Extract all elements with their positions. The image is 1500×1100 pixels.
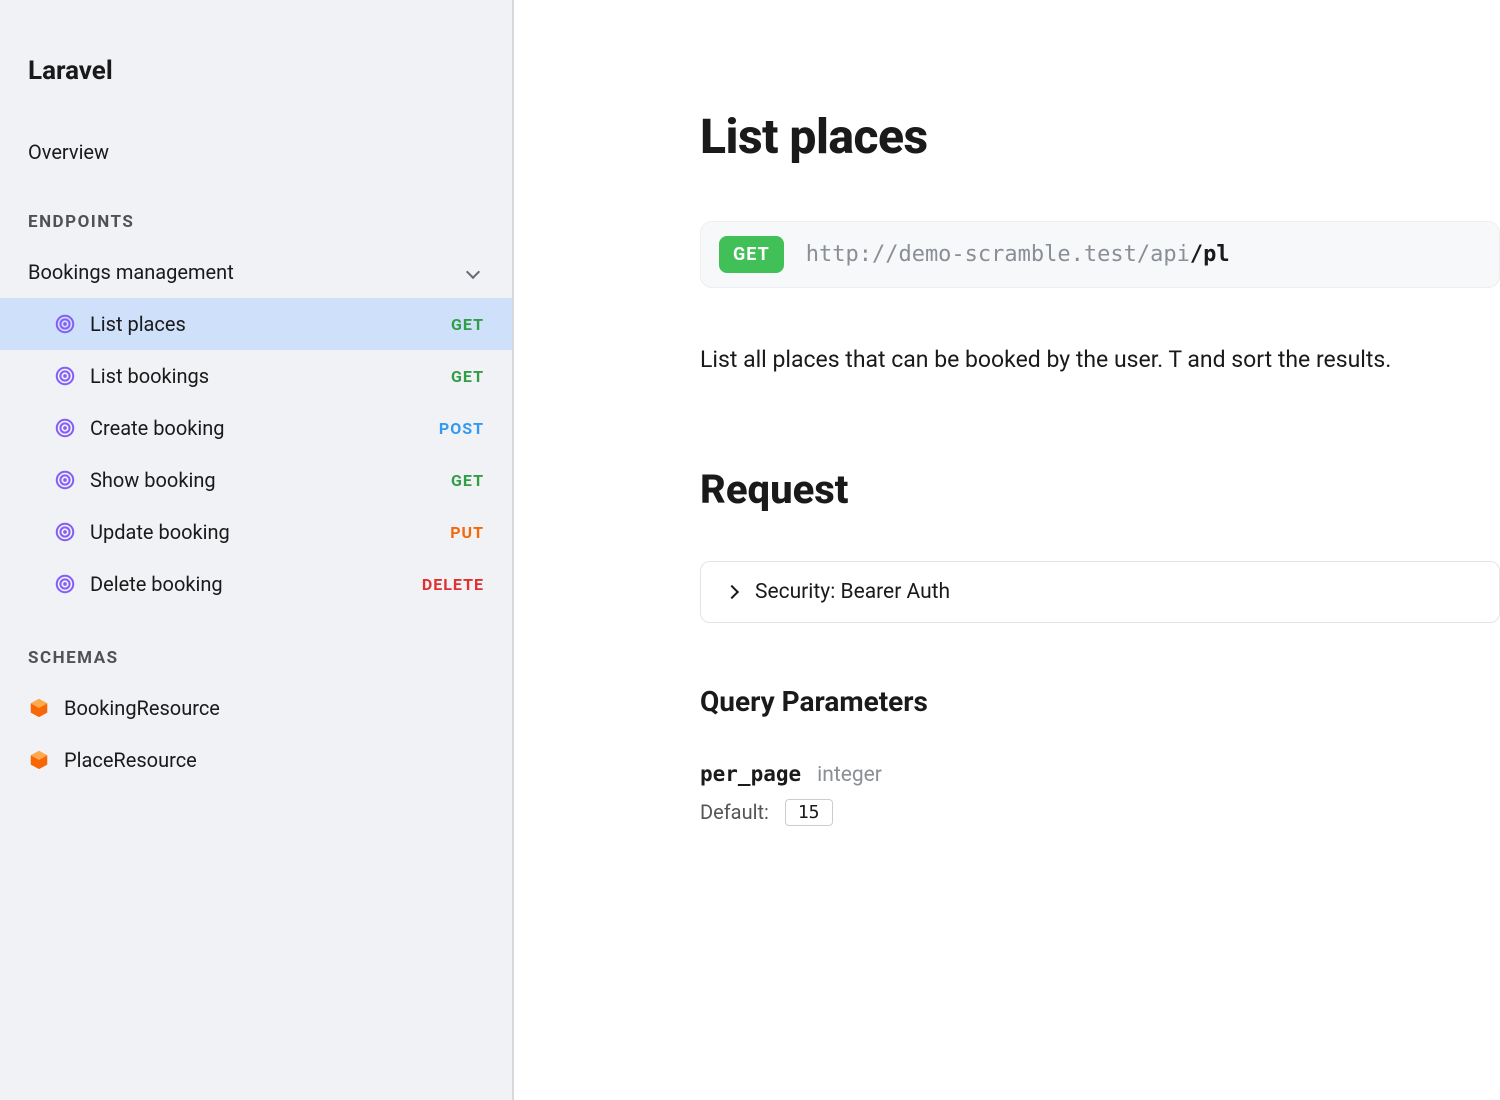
- endpoint-label: Create booking: [90, 416, 225, 440]
- sidebar-schema-bookingresource[interactable]: BookingResource: [0, 682, 512, 734]
- query-param-per-page: per_page integer: [700, 762, 1500, 787]
- schema-label: PlaceResource: [64, 748, 197, 772]
- endpoint-method: POST: [439, 419, 484, 438]
- sidebar-endpoint-update-booking[interactable]: Update booking PUT: [0, 506, 512, 558]
- sidebar-schema-placeresource[interactable]: PlaceResource: [0, 734, 512, 786]
- endpoint-url: http://demo-scramble.test/api/pl: [806, 242, 1230, 267]
- target-icon: [54, 417, 76, 439]
- param-default-row: Default: 15: [700, 799, 1500, 826]
- sidebar-endpoint-list-bookings[interactable]: List bookings GET: [0, 350, 512, 402]
- page-title: List places: [700, 108, 1500, 165]
- query-params-heading: Query Parameters: [700, 685, 1500, 718]
- endpoint-label: List places: [90, 312, 186, 336]
- sidebar-section-schemas: SCHEMAS: [0, 610, 512, 682]
- target-icon: [54, 469, 76, 491]
- sidebar-group-label: Bookings management: [28, 260, 234, 284]
- endpoint-method: GET: [451, 367, 484, 386]
- endpoint-method: GET: [451, 471, 484, 490]
- chevron-down-icon: [466, 265, 480, 279]
- security-label: Security: Bearer Auth: [755, 580, 950, 604]
- brand-title: Laravel: [0, 56, 512, 130]
- param-name: per_page: [700, 762, 801, 786]
- sidebar-endpoint-delete-booking[interactable]: Delete booking DELETE: [0, 558, 512, 610]
- sidebar: Laravel Overview ENDPOINTS Bookings mana…: [0, 0, 514, 1100]
- box-icon: [28, 697, 50, 719]
- param-type: integer: [817, 763, 882, 787]
- endpoint-method: GET: [451, 315, 484, 334]
- sidebar-overview-link[interactable]: Overview: [0, 130, 512, 174]
- sidebar-endpoint-show-booking[interactable]: Show booking GET: [0, 454, 512, 506]
- box-icon: [28, 749, 50, 771]
- endpoint-url-bar: GET http://demo-scramble.test/api/pl: [700, 221, 1500, 288]
- endpoint-method: DELETE: [422, 575, 484, 594]
- target-icon: [54, 521, 76, 543]
- endpoint-label: List bookings: [90, 364, 209, 388]
- method-badge: GET: [719, 236, 784, 273]
- endpoint-label: Delete booking: [90, 572, 223, 596]
- endpoint-method: PUT: [450, 523, 484, 542]
- schema-label: BookingResource: [64, 696, 220, 720]
- target-icon: [54, 573, 76, 595]
- target-icon: [54, 313, 76, 335]
- sidebar-section-endpoints: ENDPOINTS: [0, 174, 512, 246]
- endpoint-label: Show booking: [90, 468, 216, 492]
- sidebar-endpoint-list-places[interactable]: List places GET: [0, 298, 512, 350]
- target-icon: [54, 365, 76, 387]
- param-default-label: Default:: [700, 800, 769, 824]
- sidebar-group-bookings[interactable]: Bookings management: [0, 246, 512, 298]
- request-heading: Request: [700, 466, 1500, 513]
- chevron-right-icon: [725, 585, 739, 599]
- security-bearer-toggle[interactable]: Security: Bearer Auth: [700, 561, 1500, 623]
- main-content: List places GET http://demo-scramble.tes…: [514, 0, 1500, 1100]
- param-default-value: 15: [785, 799, 833, 826]
- endpoint-description: List all places that can be booked by th…: [700, 342, 1500, 378]
- endpoint-label: Update booking: [90, 520, 230, 544]
- sidebar-endpoint-create-booking[interactable]: Create booking POST: [0, 402, 512, 454]
